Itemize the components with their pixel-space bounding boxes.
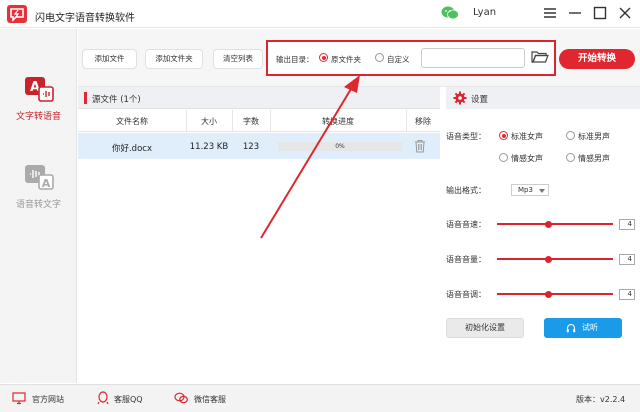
minimize-icon[interactable]	[566, 4, 584, 22]
column-header-name: 文件名称	[116, 117, 148, 126]
volume-slider[interactable]	[497, 255, 613, 263]
headphones-icon	[566, 323, 576, 333]
radio-custom[interactable]	[375, 53, 384, 62]
file-list-panel: 源文件 (1个) 文件名称 大小 字数 转换进度 移除 你好.docx 11.2…	[78, 87, 440, 383]
nav-item-speech-to-text[interactable]: A 语音转文字	[0, 155, 77, 217]
file-size-cell: 11.23 KB	[189, 142, 229, 152]
radio-emotional-male[interactable]	[566, 153, 575, 162]
support-qq-link[interactable]: 客服QQ	[114, 394, 143, 405]
official-website-link[interactable]: 官方网站	[32, 394, 64, 405]
pitch-label: 语音音调：	[446, 290, 486, 299]
format-select[interactable]: Mp3	[511, 184, 549, 196]
column-header-size: 大小	[201, 117, 217, 126]
maximize-icon[interactable]	[591, 4, 609, 22]
speed-stepper[interactable]: 4	[619, 219, 635, 230]
nav-item-label: 文字转语音	[15, 112, 61, 122]
progress-bar: 0%	[278, 142, 402, 151]
status-bar: 官方网站 客服QQ 微信客服 版本：v2.2.4	[0, 384, 640, 412]
radio-emotional-female-label[interactable]: 情感女声	[511, 153, 543, 164]
reset-settings-button[interactable]: 初始化设置	[446, 318, 524, 338]
word-count-cell: 123	[242, 142, 260, 152]
volume-stepper[interactable]: 4	[619, 254, 635, 265]
svg-text:A: A	[42, 177, 51, 190]
pitch-slider[interactable]	[497, 290, 613, 298]
output-directory-group: 输出目录： 原文件夹 自定义	[266, 40, 556, 76]
radio-standard-female[interactable]	[499, 131, 508, 140]
format-label: 输出格式：	[446, 186, 486, 195]
toolbar: 添加文件 添加文件夹 清空列表 输出目录： 原文件夹 自定义 开始转换	[78, 29, 640, 87]
volume-label: 语音音量：	[446, 255, 486, 264]
qq-icon	[96, 391, 110, 405]
radio-emotional-male-label[interactable]: 情感男声	[578, 153, 610, 164]
add-folder-button[interactable]: 添加文件夹	[145, 49, 203, 69]
title-bar: 闪电文字语音转换软件 Lyan	[0, 0, 640, 28]
file-panel-title: 源文件 (1个)	[92, 95, 141, 105]
table-row[interactable]: 你好.docx 11.23 KB 123 0%	[78, 133, 440, 159]
gear-icon	[453, 91, 467, 105]
radio-source-folder-label[interactable]: 原文件夹	[331, 54, 361, 65]
progress-label: 0%	[335, 143, 345, 150]
settings-header: 设置	[446, 87, 640, 109]
file-panel-header: 源文件 (1个)	[78, 87, 440, 109]
file-name-cell: 你好.docx	[111, 144, 152, 154]
pitch-stepper[interactable]: 4	[619, 289, 635, 300]
radio-source-folder[interactable]	[319, 53, 328, 62]
radio-standard-female-label[interactable]: 标准女声	[511, 131, 543, 142]
nav-item-text-to-speech[interactable]: A 文字转语音	[0, 67, 77, 129]
header-accent-bar	[84, 92, 87, 104]
pitch-slider-handle[interactable]	[545, 290, 552, 298]
speed-label: 语音音速：	[446, 220, 486, 229]
radio-emotional-female[interactable]	[499, 153, 508, 162]
wechat-icon[interactable]	[441, 5, 459, 21]
monitor-icon	[12, 391, 26, 405]
column-header-remove: 移除	[415, 117, 431, 126]
user-name[interactable]: Lyan	[473, 7, 496, 18]
preview-listen-button[interactable]: 试听	[544, 318, 622, 338]
table-header: 文件名称 大小 字数 转换进度 移除	[78, 110, 440, 132]
chevron-down-icon	[539, 189, 545, 193]
output-path-input[interactable]	[421, 48, 525, 68]
radio-standard-male-label[interactable]: 标准男声	[578, 131, 610, 142]
left-nav: A 文字转语音 A 语音转文字	[0, 29, 77, 383]
folder-open-icon[interactable]	[531, 49, 549, 65]
output-label: 输出目录：	[276, 55, 314, 64]
column-header-words: 字数	[243, 117, 259, 126]
clear-list-button[interactable]: 清空列表	[213, 49, 263, 69]
speech-to-text-icon: A	[25, 165, 55, 191]
speed-slider[interactable]	[497, 220, 613, 228]
wechat-support-icon	[174, 391, 188, 405]
preview-listen-label: 试听	[582, 323, 598, 332]
text-to-speech-icon: A	[25, 77, 55, 103]
radio-custom-label[interactable]: 自定义	[387, 54, 410, 65]
wechat-support-link[interactable]: 微信客服	[194, 394, 226, 405]
close-icon[interactable]	[616, 4, 634, 22]
version-label: 版本：v2.2.4	[576, 395, 626, 404]
add-file-button[interactable]: 添加文件	[82, 49, 137, 69]
settings-panel: 设置 语音类型： 标准女声 标准男声 情感女声 情感男声 输出格式： Mp3 语…	[443, 87, 640, 383]
nav-item-label: 语音转文字	[15, 200, 61, 210]
voice-type-label: 语音类型：	[446, 132, 486, 141]
radio-standard-male[interactable]	[566, 131, 575, 140]
volume-slider-handle[interactable]	[545, 255, 552, 263]
column-header-progress: 转换进度	[322, 117, 354, 126]
app-logo-icon	[7, 5, 27, 23]
speed-slider-handle[interactable]	[545, 220, 552, 228]
menu-icon[interactable]	[541, 4, 559, 22]
format-select-value: Mp3	[518, 186, 533, 194]
settings-title: 设置	[471, 95, 489, 105]
app-title: 闪电文字语音转换软件	[35, 13, 135, 24]
trash-icon[interactable]	[413, 139, 427, 153]
start-convert-button[interactable]: 开始转换	[559, 49, 635, 69]
